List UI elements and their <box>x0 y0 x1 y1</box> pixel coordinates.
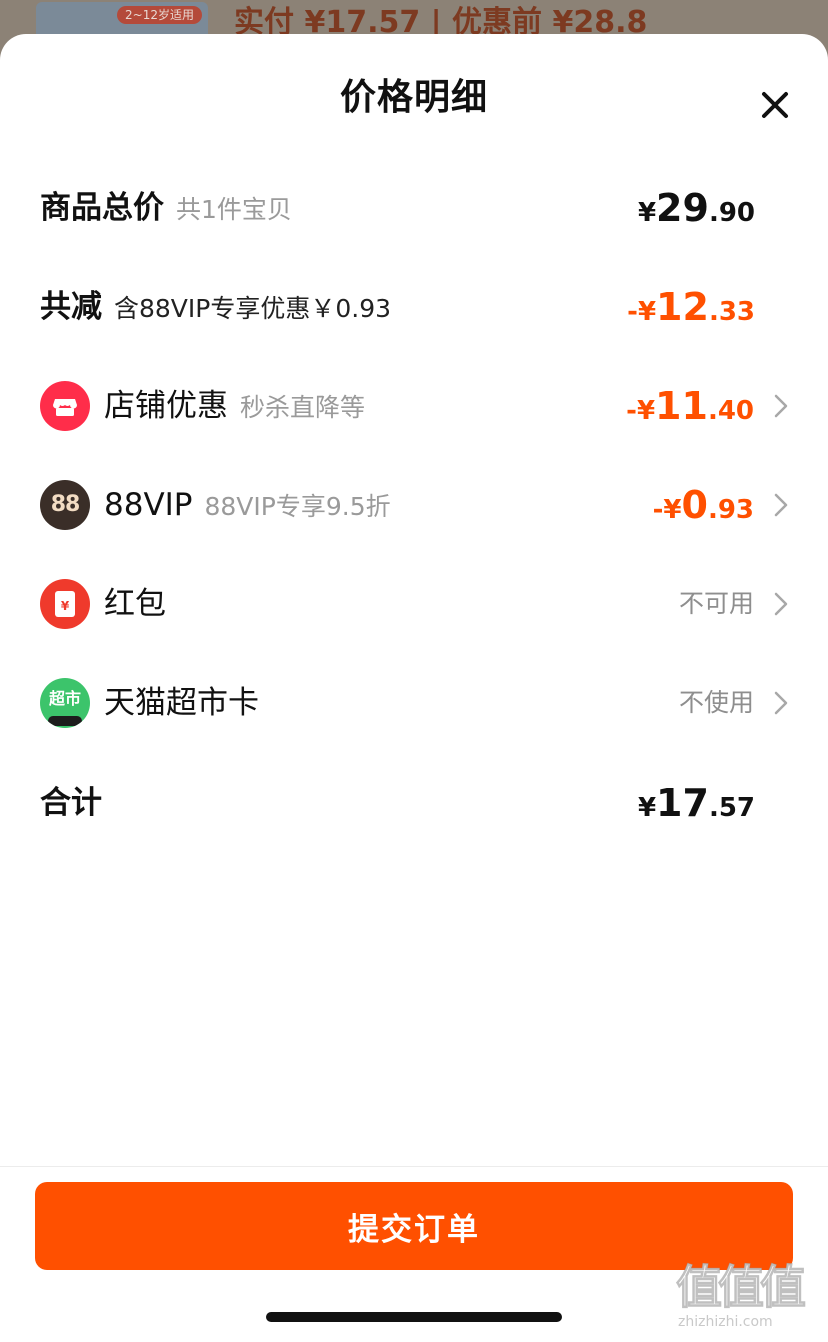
shop-discount-label: 店铺优惠 <box>104 388 228 424</box>
amount-integer: 12 <box>656 285 709 329</box>
amount-decimal: .33 <box>708 297 755 327</box>
home-indicator <box>266 1312 562 1322</box>
total-discount-amount: -¥12.33 <box>627 267 755 355</box>
item-total-label: 商品总价 <box>40 190 164 226</box>
close-button[interactable] <box>752 82 798 128</box>
shop-discount-note: 秒杀直降等 <box>240 393 366 422</box>
row-grand-total: 合计 ¥17.57 <box>0 763 828 843</box>
amount-integer: 17 <box>656 781 709 825</box>
amount-integer: 0 <box>681 483 708 527</box>
chevron-right-icon <box>774 493 788 517</box>
age-tag: 2~12岁适用 <box>117 6 202 24</box>
row-tmall-supermarket-card[interactable]: 超市 天猫超市卡 不使用 <box>0 663 828 743</box>
row-label: 商品总价 共1件宝贝 <box>40 168 292 250</box>
row-item-total: 商品总价 共1件宝贝 ¥29.90 <box>0 168 828 248</box>
amount-integer: 29 <box>656 186 709 230</box>
row-label: 红包 <box>104 564 166 644</box>
sheet-title: 价格明细 <box>339 77 488 118</box>
row-total-discount: 共减 含88VIP专享优惠￥0.93 -¥12.33 <box>0 267 828 347</box>
grand-total-amount: ¥17.57 <box>638 763 755 851</box>
red-packet-label: 红包 <box>104 586 166 622</box>
watermark: 值值值 zhizhizhi.com <box>676 1260 826 1340</box>
88vip-icon: 88 <box>40 480 90 530</box>
item-count: 共1件宝贝 <box>176 195 292 224</box>
price-detail-sheet: 价格明细 商品总价 共1件宝贝 ¥29.90 共减 含88VIP专享优惠￥0.93 … <box>0 34 828 1342</box>
cat-face-shape <box>48 716 82 726</box>
red-packet-status: 不可用 <box>678 589 754 618</box>
row-label: 88VIP 88VIP专享9.5折 <box>104 465 391 547</box>
shop-discount-amount: -¥11.40 <box>626 366 754 454</box>
amount-decimal: .90 <box>708 198 755 228</box>
tmall-card-status: 不使用 <box>678 688 754 717</box>
red-packet-icon: ¥ <box>40 579 90 629</box>
amount-decimal: .93 <box>707 495 754 525</box>
red-packet-symbol: ¥ <box>55 591 75 617</box>
vip-note: 88VIP专享9.5折 <box>204 492 391 521</box>
footer-divider <box>0 1166 828 1167</box>
row-label: 店铺优惠 秒杀直降等 <box>104 366 365 448</box>
row-label: 合计 <box>40 763 102 843</box>
currency-symbol: -¥ <box>626 396 656 426</box>
amount-decimal: .40 <box>707 396 754 426</box>
currency-symbol: -¥ <box>627 297 657 327</box>
currency-symbol: -¥ <box>652 495 682 525</box>
watermark-url: zhizhizhi.com <box>678 1314 773 1330</box>
store-icon <box>40 381 90 431</box>
vip-discount-amount: -¥0.93 <box>653 465 754 553</box>
currency-symbol: ¥ <box>637 198 657 228</box>
row-shop-discount[interactable]: 店铺优惠 秒杀直降等 -¥11.40 <box>0 366 828 446</box>
currency-symbol: ¥ <box>637 793 657 823</box>
chevron-right-icon <box>774 592 788 616</box>
item-total-amount: ¥29.90 <box>638 168 755 256</box>
grand-total-label: 合计 <box>40 785 102 821</box>
watermark-logo: 值值值 <box>676 1260 807 1315</box>
tmall-card-label: 天猫超市卡 <box>104 685 259 721</box>
amount-integer: 11 <box>655 384 708 428</box>
row-red-packet[interactable]: ¥ 红包 不可用 <box>0 564 828 644</box>
total-discount-label: 共减 <box>40 289 102 325</box>
supermarket-card-icon-text: 超市 <box>48 689 81 708</box>
supermarket-card-icon: 超市 <box>40 678 90 728</box>
chevron-right-icon <box>774 691 788 715</box>
chevron-right-icon <box>774 394 788 418</box>
close-icon <box>762 92 788 118</box>
submit-order-button[interactable]: 提交订单 <box>35 1182 793 1270</box>
row-label: 天猫超市卡 <box>104 663 259 743</box>
row-label: 共减 含88VIP专享优惠￥0.93 <box>40 267 391 349</box>
amount-decimal: .57 <box>708 793 755 823</box>
vip-discount-note: 含88VIP专享优惠￥0.93 <box>114 294 392 323</box>
row-88vip[interactable]: 88 88VIP 88VIP专享9.5折 -¥0.93 <box>0 465 828 545</box>
vip-label: 88VIP <box>104 487 193 523</box>
